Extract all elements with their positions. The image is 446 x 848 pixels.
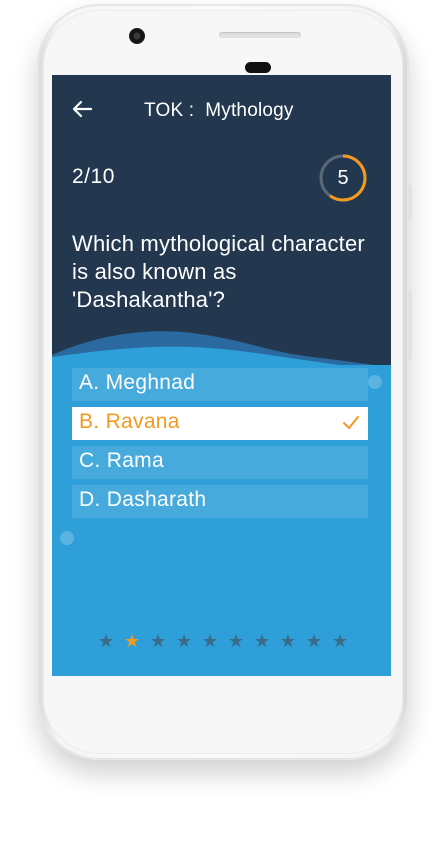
star-icon: ★ bbox=[201, 631, 219, 651]
star-icon: ★ bbox=[331, 631, 348, 651]
star-icon: ★ bbox=[175, 631, 193, 651]
page-title: TOK : Mythology bbox=[144, 100, 294, 121]
option-label: A. Meghnad bbox=[79, 371, 196, 394]
star-icon: ★ bbox=[227, 631, 245, 651]
arrow-left-icon bbox=[72, 100, 93, 118]
volume-button bbox=[408, 290, 412, 360]
question-counter: 2/10 bbox=[72, 165, 115, 188]
countdown-timer: 5 bbox=[318, 153, 368, 203]
proximity-sensor bbox=[245, 62, 271, 73]
star-icon: ★ bbox=[123, 631, 141, 651]
back-button[interactable] bbox=[70, 97, 94, 121]
question-text: Which mythological character is also kno… bbox=[72, 231, 365, 312]
star-icon: ★ bbox=[149, 631, 167, 651]
app-header: TOK : Mythology bbox=[52, 75, 391, 145]
quiz-screen: TOK : Mythology 2/10 5 Which mythologica… bbox=[52, 75, 391, 676]
front-camera bbox=[129, 28, 145, 44]
option-label: D. Dasharath bbox=[79, 488, 207, 511]
star-icon: ★ bbox=[305, 631, 323, 651]
option-label: C. Rama bbox=[79, 449, 164, 472]
star-icon: ★ bbox=[253, 631, 271, 651]
earpiece-speaker bbox=[219, 32, 301, 38]
bubble-decoration bbox=[60, 531, 74, 545]
option-label: B. Ravana bbox=[79, 410, 180, 433]
progress-stars: ★ ★ ★ ★ ★ ★ ★ ★ ★ ★ bbox=[98, 631, 348, 651]
option-a[interactable]: A. Meghnad bbox=[72, 368, 368, 401]
option-c[interactable]: C. Rama bbox=[72, 446, 368, 479]
option-b[interactable]: B. Ravana bbox=[72, 407, 368, 440]
bubble-decoration bbox=[368, 375, 382, 389]
timer-value: 5 bbox=[337, 167, 349, 189]
star-icon: ★ bbox=[98, 631, 115, 651]
checkmark-icon bbox=[343, 416, 359, 429]
power-button bbox=[408, 185, 412, 221]
option-d[interactable]: D. Dasharath bbox=[72, 485, 368, 518]
star-icon: ★ bbox=[279, 631, 297, 651]
